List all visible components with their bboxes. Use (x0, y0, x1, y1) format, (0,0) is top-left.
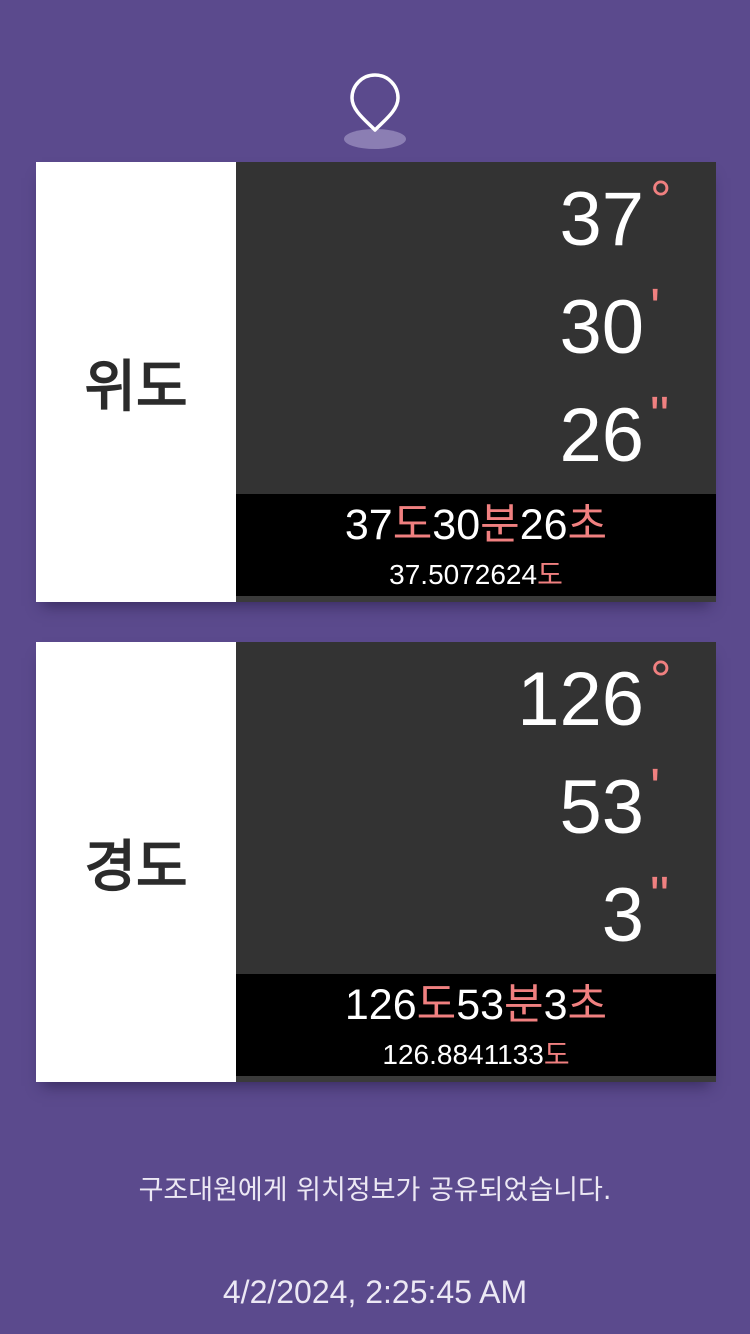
latitude-summary-min: 30 (432, 501, 481, 549)
latitude-summary: 37도30분26초 37.5072624도 (236, 494, 716, 596)
longitude-summary: 126도53분3초 126.8841133도 (236, 974, 716, 1076)
longitude-minutes: 53 (559, 765, 644, 850)
latitude-summary-deg-word: 도 (392, 500, 433, 550)
latitude-summary-deg: 37 (344, 501, 393, 549)
latitude-bottom-bar (236, 596, 716, 602)
longitude-summary-deg-word: 도 (416, 980, 457, 1030)
longitude-summary-min-word: 분 (504, 980, 544, 1030)
minute-symbol: ' (650, 278, 661, 338)
longitude-bottom-bar (236, 1076, 716, 1082)
second-symbol: " (650, 386, 670, 446)
latitude-summary-sec-word: 초 (567, 500, 608, 550)
latitude-decimal-unit: 도 (537, 558, 563, 591)
longitude-decimal-text: 126.8841133도 (236, 1041, 716, 1069)
latitude-label: 위도 (36, 162, 236, 602)
longitude-label: 경도 (36, 642, 236, 1082)
pin-shadow (344, 129, 406, 149)
latitude-summary-sec: 26 (519, 501, 568, 549)
longitude-dms-text: 126도53분3초 (236, 974, 716, 1027)
longitude-decimal-unit: 도 (543, 1038, 570, 1071)
map-pin-svg (344, 73, 406, 149)
longitude-summary-sec-word: 초 (567, 980, 608, 1030)
second-symbol: " (650, 866, 670, 926)
latitude-summary-min-word: 분 (480, 500, 520, 550)
latitude-seconds: 26 (559, 393, 644, 478)
latitude-dms-text: 37도30분26초 (236, 494, 716, 547)
longitude-minutes-row: 53 ' (559, 756, 672, 860)
longitude-summary-min: 53 (456, 981, 505, 1029)
latitude-decimal: 37.5072624 (389, 559, 538, 590)
longitude-seconds-row: 3 " (602, 864, 672, 968)
latitude-dms-panel: 37 ° 30 ' 26 " (236, 162, 716, 494)
longitude-decimal: 126.8841133 (382, 1039, 544, 1070)
longitude-seconds: 3 (601, 873, 644, 958)
latitude-degrees-row: 37 ° (559, 168, 672, 272)
share-notice: 구조대원에게 위치정보가 공유되었습니다. (138, 1175, 612, 1206)
longitude-degrees: 126 (517, 657, 644, 742)
latitude-degrees: 37 (559, 177, 644, 262)
map-pin-icon (343, 72, 407, 152)
latitude-minutes: 30 (559, 285, 644, 370)
longitude-degrees-row: 126 ° (517, 648, 672, 752)
longitude-dms-panel: 126 ° 53 ' 3 " (236, 642, 716, 974)
latitude-card: 위도 37 ° 30 ' 26 " 37도30분26초 37.5072624도 (36, 162, 716, 602)
timestamp: 4/2/2024, 2:25:45 AM (222, 1274, 528, 1310)
minute-symbol: ' (650, 758, 661, 818)
degree-symbol: ° (650, 170, 672, 230)
longitude-summary-deg: 126 (344, 981, 417, 1029)
latitude-minutes-row: 30 ' (559, 276, 672, 380)
longitude-card: 경도 126 ° 53 ' 3 " 126도53분3초 126.8841133도 (36, 642, 716, 1082)
longitude-summary-sec: 3 (543, 981, 568, 1029)
latitude-decimal-text: 37.5072624도 (236, 561, 716, 589)
latitude-seconds-row: 26 " (559, 384, 672, 488)
degree-symbol: ° (650, 650, 672, 710)
pin-outline (350, 73, 400, 132)
